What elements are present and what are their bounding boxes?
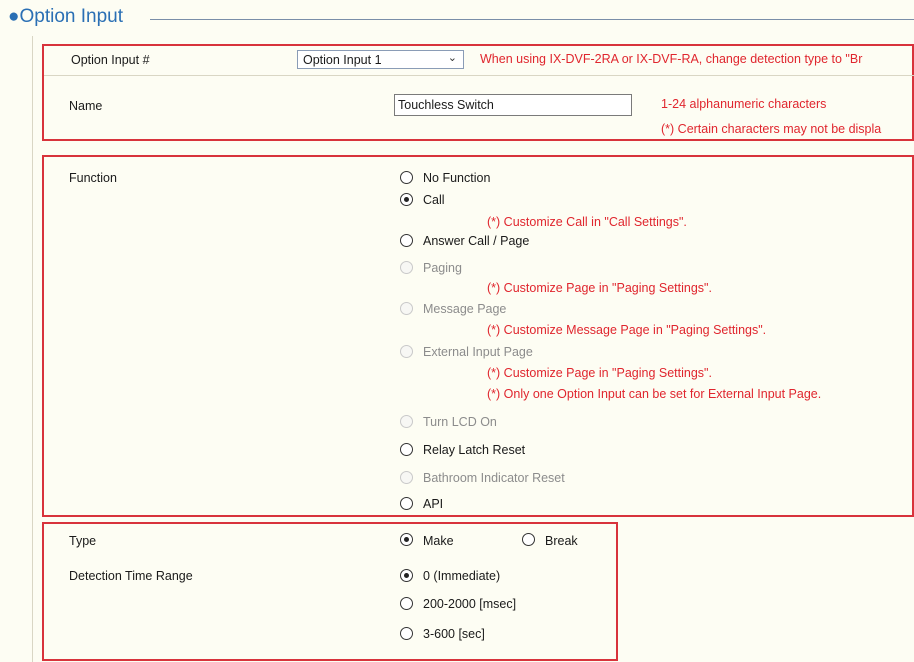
radio-label-make: Make <box>423 534 454 548</box>
radio-immediate[interactable] <box>400 569 413 582</box>
name-chars-note: (*) Certain characters may not be displa <box>661 122 882 136</box>
option-input-select[interactable]: Option Input 1 ⌄ <box>297 50 464 69</box>
radio-label-immediate: 0 (Immediate) <box>423 569 501 583</box>
radio-label-break: Break <box>545 534 578 548</box>
radio-make[interactable] <box>400 533 413 546</box>
radio-label-200-2000-msec: 200-2000 [msec] <box>423 597 517 611</box>
name-label: Name <box>69 99 103 113</box>
radio-call[interactable] <box>400 193 413 206</box>
radio-label-relay-latch-reset: Relay Latch Reset <box>423 443 526 457</box>
radio-3-600-sec[interactable] <box>400 627 413 640</box>
function-label: Function <box>69 171 117 185</box>
radio-label-bathroom-indicator-reset: Bathroom Indicator Reset <box>423 471 565 485</box>
radio-label-paging: Paging <box>423 261 462 275</box>
type-label: Type <box>69 534 97 548</box>
detection-time-range-label: Detection Time Range <box>69 569 193 583</box>
chevron-down-icon: ⌄ <box>447 52 457 64</box>
section-header: ●Option Input <box>0 0 914 36</box>
radio-external-input-page[interactable] <box>400 345 413 358</box>
radio-label-turn-lcd-on: Turn LCD On <box>423 415 497 429</box>
name-input[interactable]: Touchless Switch <box>394 94 632 116</box>
section-title: ●Option Input <box>8 6 123 27</box>
option-input-label: Option Input # <box>71 53 150 67</box>
external-input-note-2: (*) Only one Option Input can be set for… <box>487 387 822 401</box>
radio-paging[interactable] <box>400 261 413 274</box>
radio-relay-latch-reset[interactable] <box>400 443 413 456</box>
radio-label-3-600-sec: 3-600 [sec] <box>423 627 485 641</box>
radio-turn-lcd-on[interactable] <box>400 415 413 428</box>
radio-label-call: Call <box>423 193 445 207</box>
external-input-note-1: (*) Customize Page in "Paging Settings". <box>487 366 712 380</box>
radio-label-external-input-page: External Input Page <box>423 345 533 359</box>
radio-bathroom-indicator-reset[interactable] <box>400 471 413 484</box>
radio-no-function[interactable] <box>400 171 413 184</box>
left-rule <box>32 36 33 662</box>
radio-200-2000-msec[interactable] <box>400 597 413 610</box>
call-note: (*) Customize Call in "Call Settings". <box>487 215 687 229</box>
option-input-select-value: Option Input 1 <box>303 53 382 67</box>
message-page-note: (*) Customize Message Page in "Paging Se… <box>487 323 767 337</box>
radio-break[interactable] <box>522 533 535 546</box>
radio-label-no-function: No Function <box>423 171 491 185</box>
name-input-value: Touchless Switch <box>398 98 494 112</box>
radio-answer-call-page[interactable] <box>400 234 413 247</box>
function-group-box <box>42 155 914 517</box>
name-length-note: 1-24 alphanumeric characters <box>661 97 827 111</box>
radio-message-page[interactable] <box>400 302 413 315</box>
radio-label-api: API <box>423 497 444 511</box>
row-divider <box>44 75 914 76</box>
section-divider <box>150 19 914 20</box>
option-input-note: When using IX-DVF-2RA or IX-DVF-RA, chan… <box>480 52 863 66</box>
radio-label-message-page: Message Page <box>423 302 507 316</box>
paging-note: (*) Customize Page in "Paging Settings". <box>487 281 712 295</box>
radio-label-answer-call-page: Answer Call / Page <box>423 234 530 248</box>
radio-api[interactable] <box>400 497 413 510</box>
